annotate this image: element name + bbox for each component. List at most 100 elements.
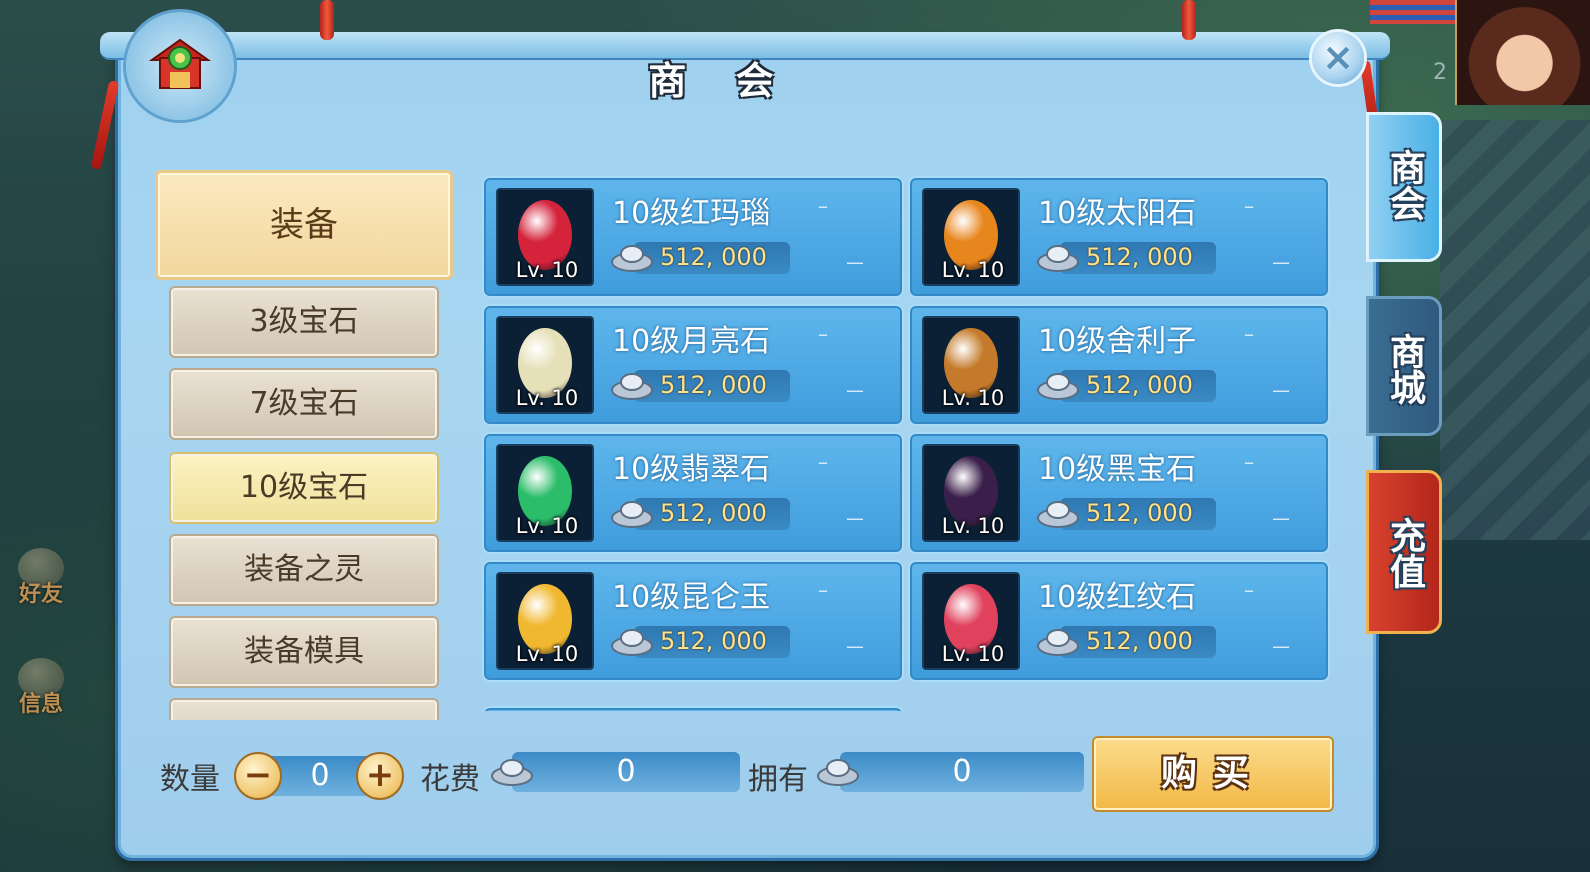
tab-recharge[interactable]: 充值 (1366, 470, 1442, 634)
item-dash-top: – (1244, 194, 1254, 218)
item-dash-bottom: –– (846, 250, 864, 274)
item-level: Lv. 10 (515, 386, 579, 410)
buy-button[interactable]: 购买 (1092, 736, 1334, 812)
item-level: Lv. 10 (941, 258, 1005, 282)
hanging-rope-left (320, 0, 334, 40)
friends-button[interactable]: 好友 (8, 548, 74, 618)
shop-house-icon (148, 38, 212, 89)
category-equipment-spirit[interactable]: 装备之灵 (169, 534, 439, 606)
background-roof (1440, 120, 1590, 540)
item-level: Lv. 10 (515, 258, 579, 282)
quantity-value[interactable]: 0 (280, 756, 360, 796)
item-grid[interactable]: Lv. 10 10级红玛瑙 –512, 000 –– Lv. 10 10级太阳石 –512,… (482, 176, 1332, 711)
item-card[interactable]: Lv. 10 10级黑宝石 – 512, 000 –– (908, 432, 1330, 554)
item-card[interactable]: Lv. 10 10级月亮石 – 512, 000 –– (482, 304, 904, 426)
item-icon-frame: Lv. 10 (496, 188, 594, 286)
quantity-label: 数量 (160, 762, 220, 797)
item-icon-frame: Lv. 10 (496, 572, 594, 670)
item-icon-frame: Lv. 10 (922, 572, 1020, 670)
item-card[interactable]: Lv. 10 10级红玛瑙 – 512, 000 –– (482, 176, 904, 298)
item-dash-top: – (818, 322, 828, 346)
category-level7-gem[interactable]: 7级宝石 (169, 368, 439, 440)
category-level10-gem[interactable]: 10级宝石 (169, 452, 439, 524)
tab-mall[interactable]: 商城 (1366, 296, 1442, 436)
item-name: 10级舍利子 (1038, 324, 1197, 359)
item-dash-top: – (1244, 322, 1254, 346)
status-bar-stripes (1370, 0, 1460, 24)
silver-ingot-icon (491, 759, 533, 786)
item-name: 10级翡翠石 (612, 452, 771, 487)
owned-label: 拥有 (748, 762, 808, 797)
item-card-partial[interactable] (482, 706, 904, 711)
tab-mall-label: 商城 (1384, 333, 1425, 405)
item-dash-top: – (1244, 578, 1254, 602)
item-name: 10级黑宝石 (1038, 452, 1197, 487)
tab-shop-guild-label: 商会 (1384, 149, 1425, 221)
silver-ingot-icon (1037, 629, 1079, 656)
category-list[interactable]: 装备 3级宝石 7级宝石 10级宝石 装备之灵 装备模具 (155, 170, 455, 720)
friends-label: 好友 (18, 582, 63, 607)
tab-shop-guild[interactable]: 商会 (1366, 112, 1442, 262)
silver-ingot-icon (1037, 245, 1079, 272)
item-name: 10级昆仑玉 (612, 580, 771, 615)
item-dash-top: – (818, 450, 828, 474)
window-title: 商 会 (648, 59, 792, 103)
item-price: 512, 000 (1086, 499, 1193, 527)
item-card[interactable]: Lv. 10 10级翡翠石 – 512, 000 –– (482, 432, 904, 554)
tab-recharge-label: 充值 (1384, 517, 1425, 589)
item-level: Lv. 10 (941, 642, 1005, 666)
item-dash-top: – (818, 578, 828, 602)
item-level: Lv. 10 (941, 514, 1005, 538)
silver-ingot-icon (611, 245, 653, 272)
item-icon-frame: Lv. 10 (922, 444, 1020, 542)
item-dash-bottom: –– (846, 634, 864, 658)
item-dash-top: – (818, 194, 828, 218)
item-name: 10级太阳石 (1038, 196, 1197, 231)
item-level: Lv. 10 (515, 514, 579, 538)
category-equipment[interactable]: 装备 (155, 170, 453, 280)
quantity-plus-button[interactable]: + (356, 752, 404, 800)
silver-ingot-icon (611, 629, 653, 656)
item-dash-bottom: –– (846, 378, 864, 402)
item-dash-bottom: –– (846, 506, 864, 530)
category-level3-gem[interactable]: 3级宝石 (169, 286, 439, 358)
item-dash-top: – (1244, 450, 1254, 474)
silver-ingot-icon (1037, 373, 1079, 400)
item-card[interactable]: Lv. 10 10级红纹石 – 512, 000 –– (908, 560, 1330, 682)
item-icon-frame: Lv. 10 (496, 444, 594, 542)
category-equipment-mold[interactable]: 装备模具 (169, 616, 439, 688)
silver-ingot-icon (817, 759, 859, 786)
hanging-rope-right (1182, 0, 1196, 40)
item-dash-bottom: –– (1272, 378, 1290, 402)
messages-label: 信息 (18, 692, 63, 717)
item-card[interactable]: Lv. 10 10级舍利子 – 512, 000 –– (908, 304, 1330, 426)
cost-label: 花费 (420, 762, 480, 797)
item-dash-bottom: –– (1272, 250, 1290, 274)
item-icon-frame: Lv. 10 (922, 188, 1020, 286)
player-portrait[interactable] (1455, 0, 1590, 105)
category-next-partial[interactable] (169, 698, 439, 720)
item-card[interactable]: Lv. 10 10级昆仑玉 – 512, 000 –– (482, 560, 904, 682)
quantity-minus-button[interactable]: − (234, 752, 282, 800)
item-price: 512, 000 (1086, 243, 1193, 271)
item-price: 512, 000 (660, 243, 767, 271)
item-name: 10级月亮石 (612, 324, 771, 359)
item-price: 512, 000 (1086, 627, 1193, 655)
item-dash-bottom: –– (1272, 634, 1290, 658)
item-price: 512, 000 (660, 371, 767, 399)
item-card[interactable]: Lv. 10 10级太阳石 – 512, 000 –– (908, 176, 1330, 298)
shop-emblem (126, 12, 234, 120)
silver-ingot-icon (1037, 501, 1079, 528)
messages-button[interactable]: 信息 (8, 658, 74, 728)
cost-value: 0 (512, 752, 740, 792)
item-price: 512, 000 (660, 499, 767, 527)
item-level: Lv. 10 (941, 386, 1005, 410)
close-button[interactable]: × (1312, 32, 1364, 84)
close-icon: × (1322, 35, 1354, 79)
silver-ingot-icon (611, 501, 653, 528)
item-icon-frame: Lv. 10 (496, 316, 594, 414)
item-name: 10级红玛瑙 (612, 196, 771, 231)
portrait-number: 2 (1433, 60, 1447, 85)
owned-value: 0 (840, 752, 1084, 792)
item-price: 512, 000 (1086, 371, 1193, 399)
